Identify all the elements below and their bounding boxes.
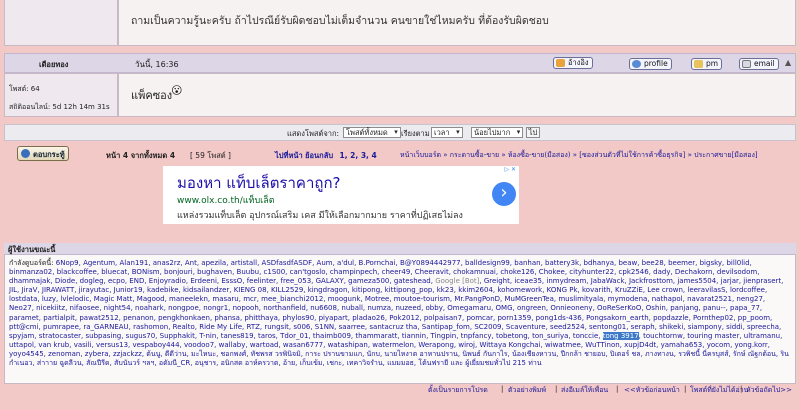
goto-page-label: ไปที่หน้า ย้อนกลับ 1, 2, 3, 4: [275, 151, 377, 160]
ad-banner[interactable]: ▷ ✕ มองหา แท็บเล็ตราคาถูก? www.olx.co.th…: [163, 166, 519, 224]
next-topic-link[interactable]: หัวข้อถัดไป>>: [746, 385, 792, 396]
post-author-cell: โพสต์: 64 สถิติออนไลน์: 5d 12h 14m 31s: [4, 73, 118, 117]
footer-divider: |: [616, 385, 619, 393]
online-users-list: กำลังดูบอร์ดนี้: 6Nop9, Agentum, Alan191…: [9, 259, 789, 368]
footer-divider: |: [501, 385, 504, 393]
print-link[interactable]: ตัวอย่างพิมพ์: [508, 385, 546, 396]
online-users-header: ผู้ใช้งานขณะนี้: [4, 243, 796, 255]
post-count: โพสต์: 64: [9, 85, 40, 93]
post-username[interactable]: เดือยทอง: [39, 59, 68, 71]
scroll-up-icon[interactable]: ▲: [785, 58, 791, 67]
profile-button[interactable]: profile: [629, 58, 672, 70]
quote-icon: [556, 59, 565, 67]
previous-post-text: ถามเป็นความรู้นะครับ ถ้าไปรณีย์รับผิดชอบ…: [131, 15, 549, 27]
filter-bar: แสดงโพสต์จาก: โพสต์ทั้งหมด เรียงตาม เวลา…: [4, 124, 796, 141]
profile-icon: [632, 60, 641, 68]
footer-divider: |: [684, 385, 687, 393]
ad-arrow-button[interactable]: ›: [492, 182, 516, 206]
email-friend-link[interactable]: ส่งอีเมล์ให้เพื่อน: [561, 385, 608, 396]
page-info: หน้า 4 จากทั้งหมด 4: [106, 151, 176, 160]
post-body-text: แพ็คซอง: [131, 89, 173, 102]
reply-icon: [21, 149, 30, 158]
previous-post-side: [4, 0, 118, 46]
post-body-cell: แพ็คซอง 😮: [118, 73, 796, 117]
bookmark-link[interactable]: ตั้งเป็นรายการโปรด: [428, 385, 488, 396]
arrow-right-icon: ›: [500, 182, 508, 203]
adchoices-icon[interactable]: ▷ ✕: [504, 166, 516, 173]
quote-button[interactable]: อ้างอิง: [553, 57, 593, 69]
go-button[interactable]: ไป: [526, 127, 540, 138]
email-icon: [742, 60, 751, 68]
highlighted-user[interactable]: tong 3917: [602, 331, 639, 340]
reply-button[interactable]: ตอบกระทู้: [17, 146, 69, 161]
sort-select[interactable]: เวลา: [431, 127, 463, 138]
online-users-links-2[interactable]: , Greight, iceae35, inmydream, JabaWack,…: [9, 277, 783, 340]
footer-divider: |: [740, 385, 743, 393]
page-links[interactable]: 1, 2, 3, 4: [339, 151, 376, 160]
footer-divider: |: [555, 385, 558, 393]
ad-title[interactable]: มองหา แท็บเล็ตราคาถูก?: [177, 171, 341, 195]
google-bot-user[interactable]: Google [Bot]: [435, 277, 479, 285]
show-posts-label: แสดงโพสต์จาก:: [287, 129, 340, 138]
show-posts-select[interactable]: โพสต์ทั้งหมด: [343, 127, 401, 138]
post-date: วันนี้, 16:36: [135, 60, 179, 69]
post-count-total: [ 59 โพสต์ ]: [190, 151, 231, 160]
order-select[interactable]: น้อยไปมาก: [471, 127, 524, 138]
pm-icon: [694, 60, 703, 68]
online-users-panel: ผู้ใช้งานขณะนี้ กำลังดูบอร์ดนี้: 6Nop9, …: [4, 243, 796, 384]
ad-description: แหล่งรวมแท็บเล็ต อุปกรณ์เสริม เคส มีให้เ…: [177, 211, 463, 221]
breadcrumb[interactable]: หน้าเว็บบอร์ด » กระดานซื้อ-ขาย » ห้องซื้…: [400, 150, 758, 161]
ad-url[interactable]: www.olx.co.th/แท็บเล็ต: [177, 193, 275, 207]
sort-label: เรียงตาม: [401, 129, 430, 138]
previous-post-body: ถามเป็นความรู้นะครับ ถ้าไปรณีย์รับผิดชอบ…: [118, 0, 796, 46]
email-button[interactable]: email: [739, 58, 779, 70]
pm-button[interactable]: pm: [691, 58, 723, 70]
prev-topic-link[interactable]: <<หัวข้อก่อนหน้า: [624, 385, 680, 396]
surprised-emoji-icon: 😮: [171, 84, 183, 97]
online-time: สถิติออนไลน์: 5d 12h 14m 31s: [9, 103, 110, 111]
footer-links: ตั้งเป็นรายการโปรด | ตัวอย่างพิมพ์ | ส่ง…: [4, 385, 796, 397]
post-header-row: เดือยทอง วันนี้, 16:36 อ้างอิง profile p…: [4, 53, 796, 73]
prev-page-link[interactable]: ย้อนกลับ: [305, 151, 333, 160]
